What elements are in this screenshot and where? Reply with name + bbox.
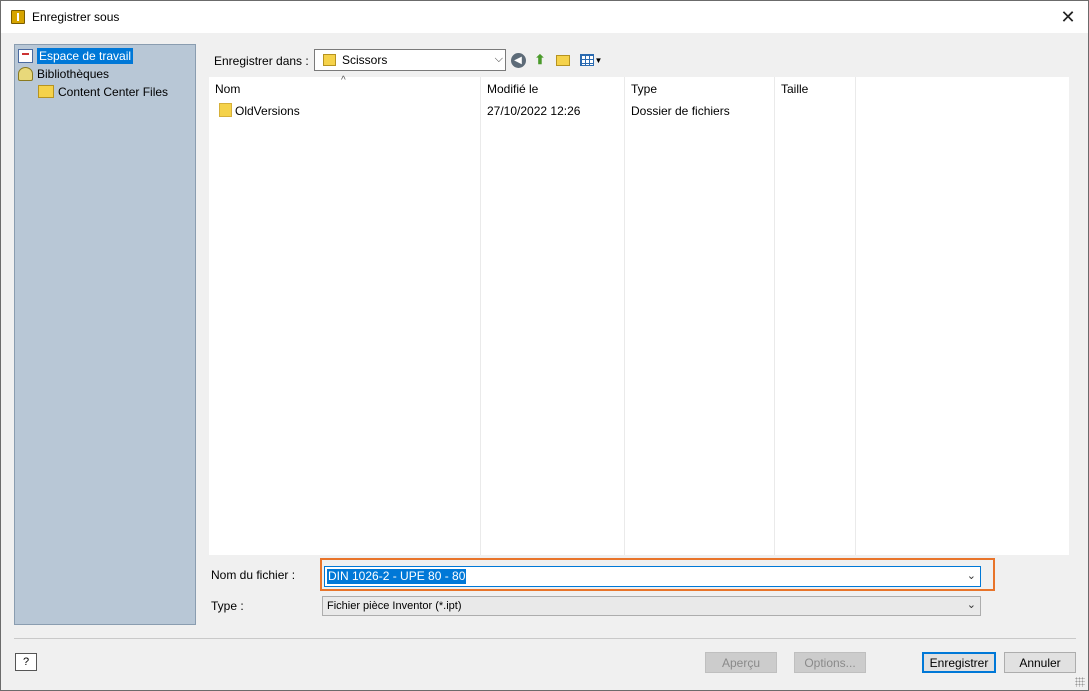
new-folder-button[interactable] — [554, 51, 572, 69]
column-header-label: Taille — [781, 82, 809, 96]
sidebar-item-label: Espace de travail — [37, 47, 134, 64]
sidebar-item-libraries[interactable]: Bibliothèques — [18, 65, 109, 82]
sidebar-item-workspace[interactable]: Espace de travail — [18, 47, 134, 64]
file-list[interactable]: ^ Nom Modifié le Type Taille OldVersions… — [209, 75, 1069, 555]
filename-input[interactable]: DIN 1026-2 - UPE 80 - 80 — [327, 569, 467, 584]
views-menu-icon — [579, 54, 594, 66]
save-in-label: Enregistrer dans : — [214, 54, 309, 68]
window-title: Enregistrer sous — [32, 10, 120, 24]
chevron-down-icon[interactable]: ⌄ — [967, 569, 976, 582]
folder-icon — [323, 54, 336, 66]
column-modified[interactable]: Modifié le — [481, 77, 625, 555]
views-menu-button[interactable]: ▼ — [578, 51, 604, 69]
folder-icon — [38, 85, 54, 98]
save-button[interactable]: Enregistrer — [922, 652, 996, 673]
sidebar: Espace de travail Bibliothèques Content … — [14, 44, 196, 625]
file-type-select[interactable]: Fichier pièce Inventor (*.ipt) ⌄ — [322, 596, 981, 616]
new-folder-icon — [556, 54, 570, 66]
row-modified: 27/10/2022 12:26 — [487, 104, 581, 118]
sidebar-item-label: Bibliothèques — [37, 66, 110, 81]
row-name: OldVersions — [235, 104, 300, 118]
current-folder-name: Scissors — [342, 53, 388, 67]
save-as-dialog: Enregistrer sous ✕ Espace de travail Bib… — [0, 0, 1089, 691]
workspace-icon — [18, 48, 33, 63]
filename-combo[interactable]: DIN 1026-2 - UPE 80 - 80 ⌄ — [324, 566, 981, 587]
column-header-label: Nom — [215, 82, 241, 96]
libraries-icon — [18, 66, 33, 81]
resize-grip[interactable] — [1075, 677, 1085, 687]
inventor-app-icon — [11, 10, 25, 24]
up-folder-button[interactable]: ⬆ — [531, 51, 549, 69]
folder-icon — [219, 103, 232, 117]
row-type: Dossier de fichiers — [631, 104, 730, 118]
back-button[interactable]: ◀ — [509, 51, 527, 69]
save-in-combo[interactable]: Scissors ⌵ — [314, 49, 506, 71]
sidebar-item-label: Content Center Files — [58, 84, 169, 99]
sidebar-item-content-center[interactable]: Content Center Files — [38, 83, 168, 100]
filename-label: Nom du fichier : — [211, 568, 296, 582]
help-icon: ? — [22, 656, 30, 668]
sort-ascending-icon: ^ — [341, 75, 346, 86]
dropdown-arrow-icon: ▼ — [594, 55, 603, 65]
column-type[interactable]: Type — [625, 77, 775, 555]
up-folder-icon: ⬆ — [534, 52, 546, 67]
cancel-button[interactable]: Annuler — [1004, 652, 1076, 673]
type-label: Type : — [211, 599, 244, 613]
preview-button[interactable]: Aperçu — [705, 652, 777, 673]
file-type-value: Fichier pièce Inventor (*.ipt) — [327, 600, 462, 612]
title-bar: Enregistrer sous ✕ — [1, 1, 1088, 33]
help-button[interactable]: ? — [15, 653, 37, 671]
column-header-label: Modifié le — [487, 82, 539, 96]
column-header-label: Type — [631, 82, 658, 96]
close-icon: ✕ — [1060, 6, 1076, 27]
close-button[interactable]: ✕ — [1054, 5, 1082, 29]
column-name[interactable]: ^ Nom — [209, 75, 481, 555]
chevron-down-icon: ⌄ — [966, 599, 976, 611]
divider — [14, 638, 1076, 639]
chevron-down-icon: ⌵ — [494, 53, 503, 65]
column-size[interactable]: Taille — [775, 77, 856, 555]
options-button[interactable]: Options... — [794, 652, 866, 673]
back-icon: ◀ — [510, 52, 526, 68]
